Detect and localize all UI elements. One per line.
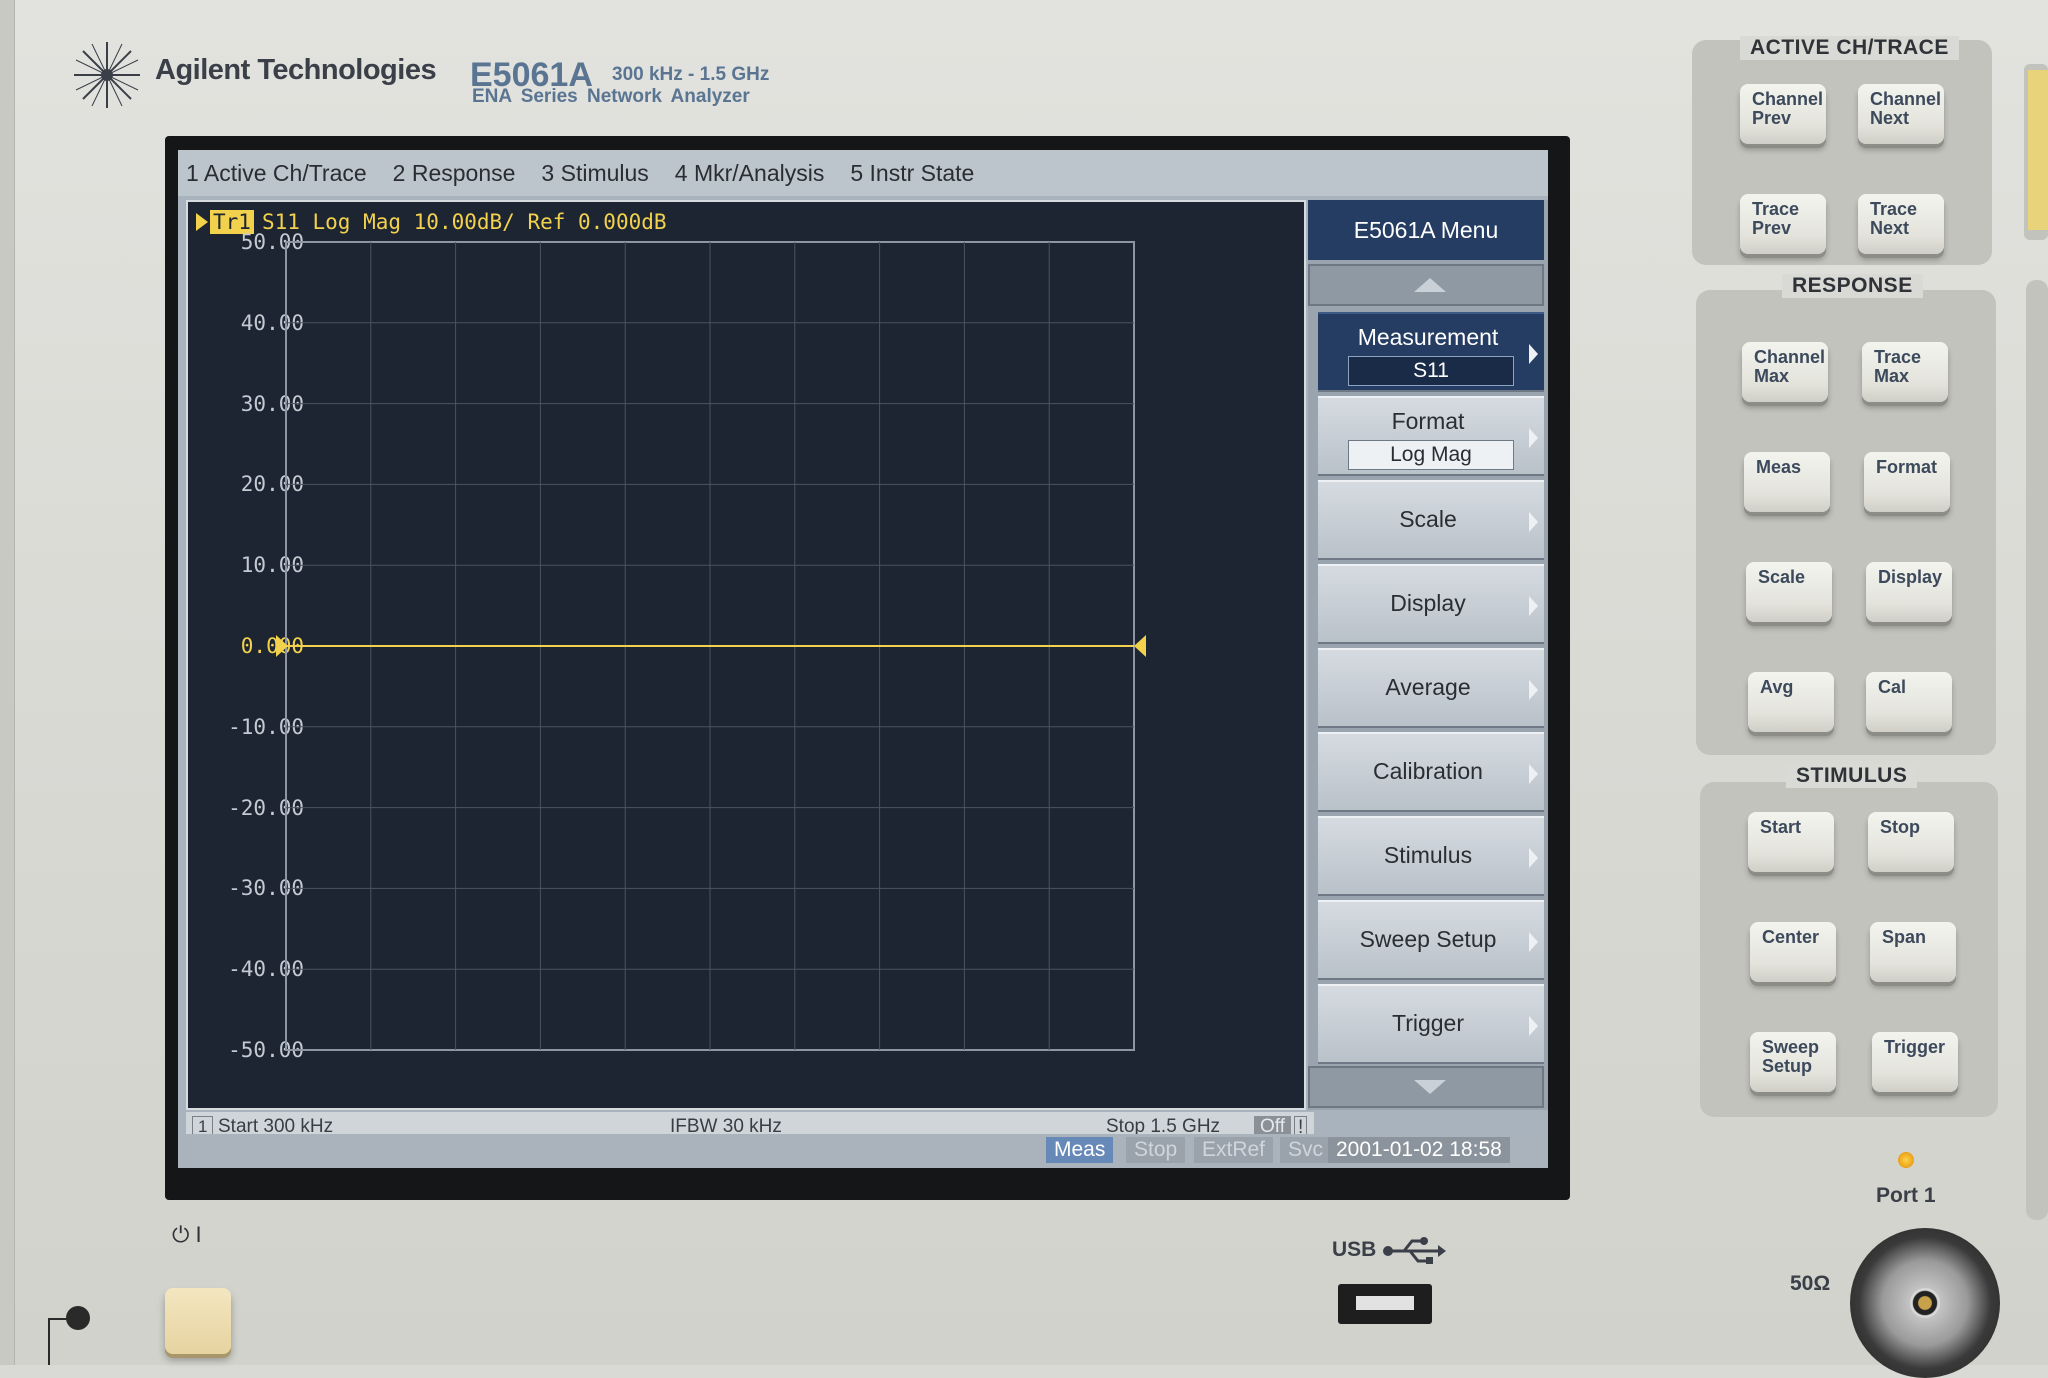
softkey-menu-title: E5061A Menu bbox=[1308, 200, 1544, 260]
softkey-panel: E5061A Menu Measurement S11 Format Log M… bbox=[1308, 200, 1548, 1110]
trace-graph: Tr1 S11 Log Mag 10.00dB/ Ref 0.000dB 50.0… bbox=[186, 200, 1306, 1110]
scale-key[interactable]: Scale bbox=[1746, 562, 1832, 622]
format-key[interactable]: Format bbox=[1864, 452, 1950, 512]
chevron-right-icon bbox=[1529, 596, 1538, 616]
softkey-display[interactable]: Display bbox=[1318, 564, 1544, 644]
stop-indicator: Stop bbox=[1126, 1137, 1186, 1163]
chevron-right-icon bbox=[1529, 428, 1538, 448]
port-label: Port 1 bbox=[1876, 1184, 1936, 1207]
menu-stimulus[interactable]: 3 Stimulus bbox=[541, 160, 648, 187]
center-key[interactable]: Center bbox=[1750, 922, 1836, 982]
date-time: 2001-01-02 18:58 bbox=[1328, 1137, 1510, 1163]
softkey-scroll-up-button[interactable] bbox=[1308, 264, 1544, 306]
chevron-right-icon bbox=[1529, 848, 1538, 868]
analyzer-screen: 1 Active Ch/Trace 2 Response 3 Stimulus … bbox=[178, 150, 1548, 1168]
softkey-label: Average bbox=[1385, 674, 1471, 700]
triangle-up-icon bbox=[1414, 278, 1446, 292]
frequency-range: 300 kHz - 1.5 GHz bbox=[612, 64, 770, 85]
panel-edge bbox=[0, 0, 15, 1365]
port-led-indicator bbox=[1898, 1152, 1914, 1168]
extref-indicator: ExtRef bbox=[1194, 1137, 1274, 1163]
chevron-right-icon bbox=[1529, 764, 1538, 784]
trace-prev-key[interactable]: Trace Prev bbox=[1740, 194, 1826, 254]
reference-marker-right-icon bbox=[1134, 635, 1146, 657]
trace-max-key[interactable]: Trace Max bbox=[1862, 342, 1948, 402]
chevron-right-icon bbox=[1529, 932, 1538, 952]
stimulus-title: STIMULUS bbox=[1786, 764, 1918, 788]
menu-response[interactable]: 2 Response bbox=[393, 160, 516, 187]
softkey-label: Format bbox=[1391, 408, 1465, 434]
softkey-calibration[interactable]: Calibration bbox=[1318, 732, 1544, 812]
response-title: RESPONSE bbox=[1782, 274, 1923, 298]
softkey-label: Calibration bbox=[1373, 758, 1483, 784]
chevron-right-icon bbox=[1529, 1016, 1538, 1036]
stop-key[interactable]: Stop bbox=[1868, 812, 1954, 872]
channel-next-key[interactable]: Channel Next bbox=[1858, 84, 1944, 144]
softkey-label: Trigger bbox=[1392, 1010, 1464, 1036]
span-key[interactable]: Span bbox=[1870, 922, 1956, 982]
softkey-trigger[interactable]: Trigger bbox=[1318, 984, 1544, 1064]
softkey-value: S11 bbox=[1348, 356, 1514, 386]
power-symbols: ⏻ I bbox=[172, 1222, 202, 1247]
power-button[interactable] bbox=[165, 1288, 231, 1354]
series-name: ENA Series Network Analyzer bbox=[472, 86, 750, 107]
triangle-down-icon bbox=[1414, 1080, 1446, 1094]
softkey-label: Stimulus bbox=[1383, 842, 1473, 868]
softkey-label: Measurement bbox=[1357, 324, 1499, 350]
cal-key[interactable]: Cal bbox=[1866, 672, 1952, 732]
plot-area bbox=[276, 241, 1146, 1051]
trace-next-key[interactable]: Trace Next bbox=[1858, 194, 1944, 254]
brand-name: Agilent Technologies bbox=[155, 54, 437, 86]
svc-indicator: Svc bbox=[1280, 1137, 1332, 1163]
softkey-format[interactable]: Format Log Mag bbox=[1318, 396, 1544, 476]
avg-key[interactable]: Avg bbox=[1748, 672, 1834, 732]
agilent-spark-logo bbox=[74, 42, 140, 108]
softkey-scale[interactable]: Scale bbox=[1318, 480, 1544, 560]
softkey-measurement[interactable]: Measurement S11 bbox=[1318, 312, 1544, 392]
display-key[interactable]: Display bbox=[1866, 562, 1952, 622]
usb-label: USB bbox=[1332, 1238, 1377, 1261]
adjacent-panel-edge bbox=[2024, 64, 2048, 1220]
usb-port[interactable] bbox=[1338, 1284, 1432, 1324]
chevron-right-icon bbox=[1529, 680, 1538, 700]
softkey-label: Scale bbox=[1399, 506, 1457, 532]
menu-active-ch-trace[interactable]: 1 Active Ch/Trace bbox=[186, 160, 367, 187]
usb-icon bbox=[1383, 1237, 1446, 1264]
chevron-right-icon bbox=[1529, 344, 1538, 364]
active-ch-trace-title: ACTIVE CH/TRACE bbox=[1740, 36, 1959, 60]
active-ch-trace-group bbox=[1692, 40, 1992, 265]
softkey-stimulus[interactable]: Stimulus bbox=[1318, 816, 1544, 896]
softkey-label: Display bbox=[1390, 590, 1466, 616]
ground-jack[interactable] bbox=[66, 1306, 90, 1330]
sweep-setup-key[interactable]: Sweep Setup bbox=[1750, 1032, 1836, 1092]
chevron-right-icon bbox=[1529, 512, 1538, 532]
softkey-scroll-down-button[interactable] bbox=[1308, 1066, 1544, 1108]
menu-instr-state[interactable]: 5 Instr State bbox=[850, 160, 974, 187]
menu-mkr-analysis[interactable]: 4 Mkr/Analysis bbox=[675, 160, 825, 187]
softkey-value: Log Mag bbox=[1348, 440, 1514, 470]
channel-prev-key[interactable]: Channel Prev bbox=[1740, 84, 1826, 144]
softkey-sweep-setup[interactable]: Sweep Setup bbox=[1318, 900, 1544, 980]
meas-key[interactable]: Meas bbox=[1744, 452, 1830, 512]
softkey-average[interactable]: Average bbox=[1318, 648, 1544, 728]
port-impedance: 50Ω bbox=[1790, 1272, 1831, 1295]
trigger-key[interactable]: Trigger bbox=[1872, 1032, 1958, 1092]
port-1-connector[interactable] bbox=[1850, 1228, 2000, 1378]
ground-line-vertical bbox=[48, 1318, 50, 1365]
softkey-label: Sweep Setup bbox=[1359, 926, 1497, 952]
menu-bar: 1 Active Ch/Trace 2 Response 3 Stimulus … bbox=[178, 150, 1548, 196]
ground-line bbox=[48, 1318, 68, 1320]
channel-max-key[interactable]: Channel Max bbox=[1742, 342, 1828, 402]
start-key[interactable]: Start bbox=[1748, 812, 1834, 872]
connector-pin-icon bbox=[1910, 1288, 1940, 1318]
meas-indicator: Meas bbox=[1046, 1137, 1114, 1163]
